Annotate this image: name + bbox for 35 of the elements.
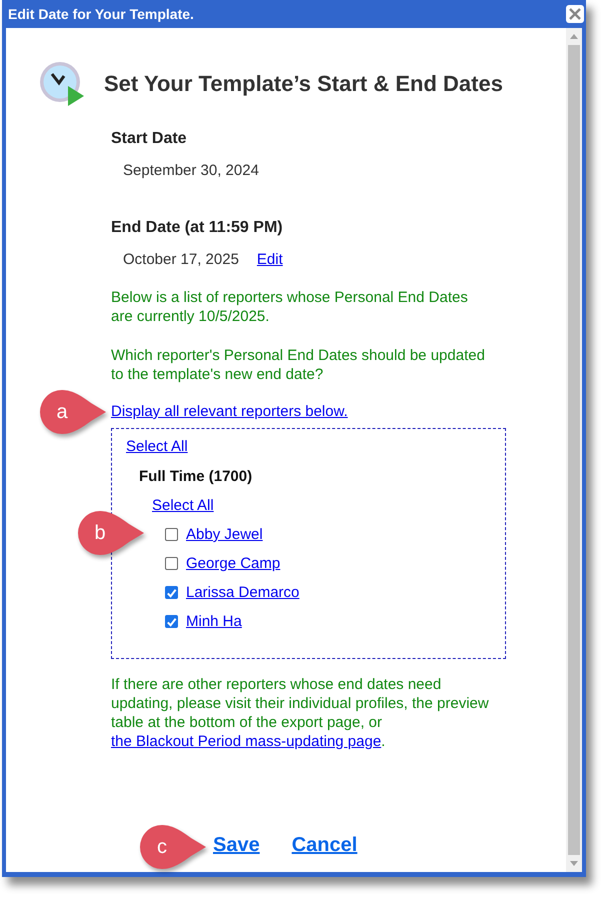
checkbox[interactable] — [165, 557, 178, 570]
reporter-link[interactable]: George Camp — [186, 555, 280, 572]
scrollbar[interactable] — [566, 28, 582, 872]
scroll-down-icon — [570, 861, 578, 866]
callout-marker: b — [77, 510, 145, 556]
date-value: October 17, 2025 — [123, 251, 239, 268]
dialog-heading: Set Your Template’s Start & End Dates — [104, 71, 503, 97]
select-all-link[interactable]: Select All — [126, 438, 188, 455]
field-label: End Date (at 11:59 PM) — [111, 219, 284, 237]
reporter-link[interactable]: Abby Jewel — [186, 526, 263, 543]
close-icon — [569, 8, 581, 20]
close-button[interactable] — [566, 5, 584, 23]
scrollbar-thumb[interactable] — [568, 45, 580, 855]
checkbox[interactable] — [165, 528, 178, 541]
save-link[interactable]: Save — [213, 834, 260, 857]
cancel-link[interactable]: Cancel — [292, 834, 358, 857]
scroll-up-icon — [570, 34, 578, 39]
info-text: Which reporter's Personal End Dates should be updated to the template's new end date? — [111, 346, 486, 384]
clock-play-icon — [38, 60, 86, 108]
info-text: Below is a list of reporters whose Personal End Dates are currently 10/5/2025. — [111, 288, 469, 326]
select-all-link[interactable]: Select All — [152, 497, 214, 514]
blackout-page-link[interactable]: the Blackout Period mass-updating page — [111, 733, 382, 750]
edit-link[interactable]: Edit — [256, 251, 283, 268]
checkbox[interactable] — [165, 586, 178, 599]
field-label: Start Date — [111, 130, 188, 148]
info-text: If there are other reporters whose end dates need updating, please visit their individual profiles, the preview table at the bottom of the export page, or the Blackout Period mass-updating page. — [111, 675, 489, 751]
group-name: Full Time (1700) — [139, 468, 254, 485]
callout-marker: a — [39, 389, 107, 435]
date-value: September 30, 2024 — [122, 161, 260, 179]
reporter-link[interactable]: Minh Ha — [186, 613, 242, 630]
reporter-link[interactable]: Larissa Demarco — [186, 584, 300, 601]
callout-marker: c — [139, 824, 207, 870]
checkbox[interactable] — [165, 615, 178, 628]
display-reporters-link[interactable]: Display all relevant reporters below. — [111, 403, 348, 420]
window-title: Edit Date for Your Template. — [7, 6, 194, 22]
